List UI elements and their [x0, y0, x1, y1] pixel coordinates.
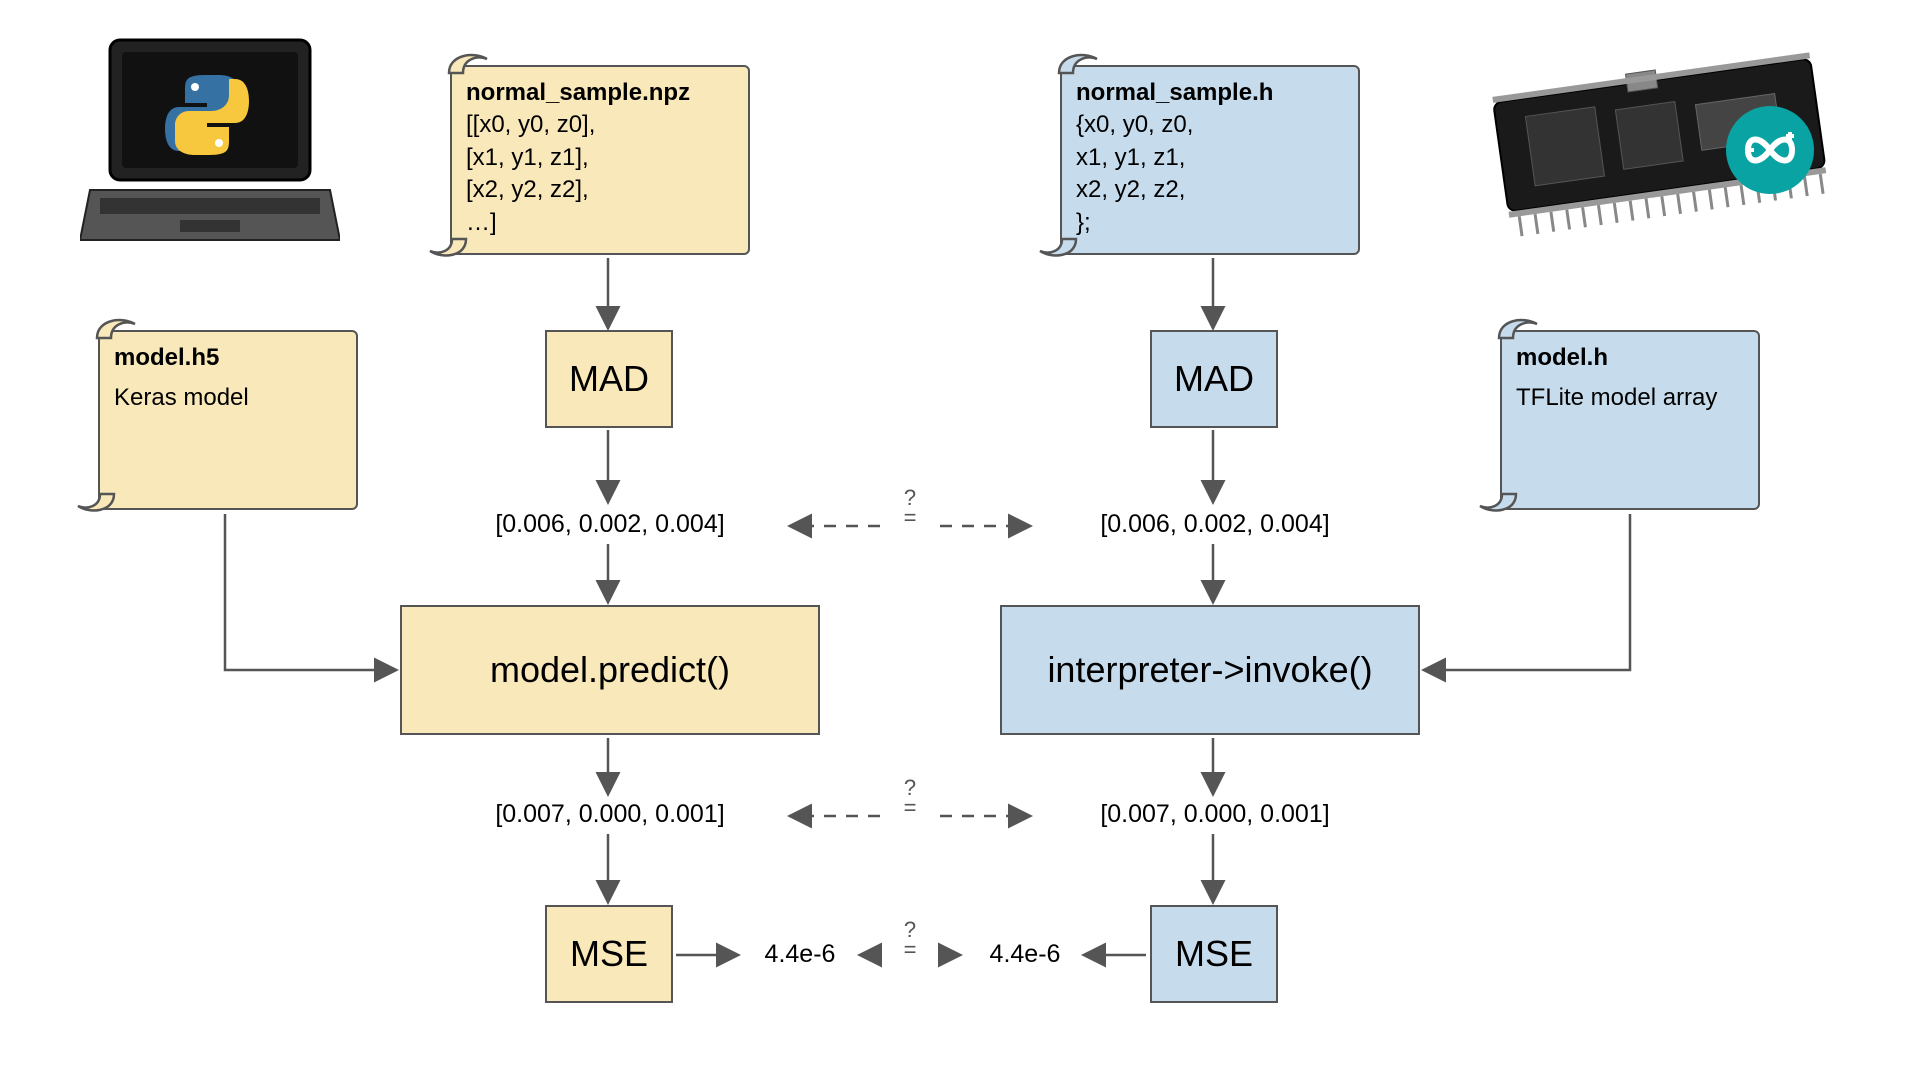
- model-scroll-right-title: model.h: [1516, 342, 1744, 374]
- model-scroll-left-desc: Keras model: [114, 382, 342, 414]
- model-scroll-right-desc: TFLite model array: [1516, 382, 1744, 414]
- sample-scroll-left-line: [x1, y1, z1],: [466, 142, 734, 174]
- sample-scroll-right-line: x1, y1, z1,: [1076, 142, 1344, 174]
- sample-scroll-left-title: normal_sample.npz: [466, 77, 734, 109]
- arduino-board-illustration: [1480, 40, 1840, 240]
- mse-output-left: 4.4e-6: [745, 940, 855, 969]
- mse-output-right: 4.4e-6: [970, 940, 1080, 969]
- mad-output-left: [0.006, 0.002, 0.004]: [445, 510, 775, 539]
- invoke-output-right: [0.007, 0.000, 0.001]: [1050, 800, 1380, 829]
- model-scroll-right: model.h TFLite model array: [1500, 330, 1760, 510]
- sample-scroll-left-line: [x2, y2, z2],: [466, 174, 734, 206]
- model-scroll-left: model.h5 Keras model: [98, 330, 358, 510]
- mad-box-left-label: MAD: [569, 358, 649, 400]
- mse-box-right-label: MSE: [1175, 933, 1253, 975]
- laptop-python-illustration: [80, 30, 340, 260]
- predict-output-left: [0.007, 0.000, 0.001]: [445, 800, 775, 829]
- mad-box-left: MAD: [545, 330, 673, 428]
- predict-box: model.predict(): [400, 605, 820, 735]
- compare-label-3: ?=: [895, 920, 925, 960]
- sample-scroll-right-line: {x0, y0, z0,: [1076, 109, 1344, 141]
- sample-scroll-right-line: };: [1076, 207, 1344, 239]
- sample-scroll-left: normal_sample.npz [[x0, y0, z0], [x1, y1…: [450, 65, 750, 255]
- sample-scroll-left-line: [[x0, y0, z0],: [466, 109, 734, 141]
- sample-scroll-right-line: x2, y2, z2,: [1076, 174, 1344, 206]
- compare-label-2: ?=: [895, 778, 925, 818]
- compare-label-1: ?=: [895, 488, 925, 528]
- mse-box-right: MSE: [1150, 905, 1278, 1003]
- mse-box-left-label: MSE: [570, 933, 648, 975]
- mse-box-left: MSE: [545, 905, 673, 1003]
- sample-scroll-left-line: …]: [466, 207, 734, 239]
- mad-box-right-label: MAD: [1174, 358, 1254, 400]
- invoke-box-label: interpreter->invoke(): [1047, 649, 1372, 691]
- sample-scroll-right-title: normal_sample.h: [1076, 77, 1344, 109]
- invoke-box: interpreter->invoke(): [1000, 605, 1420, 735]
- mad-box-right: MAD: [1150, 330, 1278, 428]
- model-scroll-left-title: model.h5: [114, 342, 342, 374]
- mad-output-right: [0.006, 0.002, 0.004]: [1050, 510, 1380, 539]
- sample-scroll-right: normal_sample.h {x0, y0, z0, x1, y1, z1,…: [1060, 65, 1360, 255]
- predict-box-label: model.predict(): [490, 649, 730, 691]
